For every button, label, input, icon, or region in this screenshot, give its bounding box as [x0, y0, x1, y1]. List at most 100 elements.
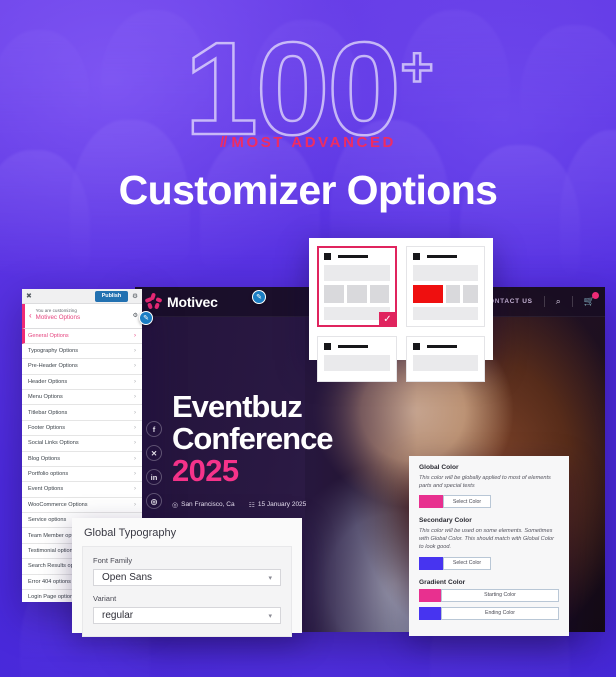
- customizer-item-footer-options[interactable]: Footer Options ›: [22, 420, 142, 437]
- customizer-item-label: Pre-Header Options: [28, 363, 78, 370]
- thumb-nav-bar-2: [426, 255, 457, 258]
- chevron-right-icon: ›: [134, 501, 136, 508]
- gradient-end-row[interactable]: Ending Color: [419, 606, 559, 620]
- location-pin-icon: ◎: [172, 501, 179, 509]
- global-typography-dialog: Global Typography Font Family Open Sans …: [72, 518, 302, 637]
- back-chevron-icon[interactable]: ‹: [29, 311, 32, 320]
- customizer-item-label: Error 404 options: [28, 578, 71, 585]
- customizer-item-header-options[interactable]: Header Options ›: [22, 374, 142, 391]
- chevron-down-icon-2: ▾: [268, 612, 272, 620]
- chevron-down-icon: ▾: [268, 574, 272, 582]
- variant-select[interactable]: regular ▾: [93, 607, 281, 624]
- layout-option-2[interactable]: [405, 246, 485, 327]
- secondary-color-row[interactable]: Select Color: [419, 556, 491, 570]
- calendar-icon: ☷: [248, 501, 255, 509]
- customizer-item-label: Header Options: [28, 378, 68, 385]
- hero-plus-sign: +: [400, 34, 435, 100]
- customizer-title-row: ‹ You are customizing Motivec Options ⚙: [22, 304, 142, 329]
- global-color-swatch[interactable]: [419, 495, 443, 509]
- site-logo[interactable]: Motivec: [144, 292, 218, 310]
- promo-banner: 100+ //MOST ADVANCED Customizer Options …: [0, 0, 616, 677]
- x-twitter-icon[interactable]: ✕: [146, 445, 162, 461]
- chevron-right-icon: ›: [134, 378, 136, 385]
- secondary-color-title: Secondary Color: [419, 517, 472, 525]
- chevron-right-icon: ›: [134, 363, 136, 370]
- headline-line-1: Eventbuz: [172, 389, 303, 424]
- motivec-logo-icon: [144, 292, 163, 310]
- chevron-right-icon: ›: [134, 455, 136, 462]
- thumb-nav-bar-3: [338, 345, 368, 348]
- event-date-text: 15 January 2025: [257, 501, 307, 509]
- hero-eyebrow-text: MOST ADVANCED: [231, 134, 396, 151]
- thumb-logo-icon-4: [412, 343, 420, 350]
- event-location: ◎ San Francisco, Ca: [172, 501, 235, 509]
- layout-option-1[interactable]: ✓: [317, 246, 397, 327]
- customizing-site-name: Motivec Options: [35, 314, 81, 322]
- thumb-columns: [324, 285, 390, 303]
- customizer-item-menu-options[interactable]: Menu Options ›: [22, 390, 142, 406]
- thumb-logo-icon-3: [324, 343, 331, 350]
- variant-value: regular: [102, 610, 134, 621]
- customizer-item-pre-header-options[interactable]: Pre-Header Options ›: [22, 359, 142, 375]
- chevron-right-icon: ›: [134, 394, 136, 401]
- selected-check-icon: ✓: [378, 312, 397, 327]
- hero-eyebrow-slashes: //: [220, 134, 227, 151]
- layout-option-4[interactable]: [405, 336, 485, 382]
- close-icon[interactable]: ✖: [26, 292, 32, 300]
- thumb-hero-2: [412, 265, 478, 281]
- customizer-item-social-links-options[interactable]: Social Links Options ›: [22, 436, 142, 452]
- headline-year: 2025: [172, 452, 239, 488]
- gradient-ending-color-button[interactable]: Ending Color: [441, 606, 559, 620]
- publish-button[interactable]: Publish: [94, 290, 129, 302]
- gear-icon[interactable]: ⚙: [132, 292, 138, 300]
- thumb-hero-4: [412, 355, 478, 371]
- thumb-footer-2: [412, 307, 478, 320]
- gradient-start-swatch[interactable]: [419, 588, 441, 602]
- hero-eyebrow: //MOST ADVANCED: [185, 134, 432, 151]
- cart-icon[interactable]: 🛒: [584, 292, 599, 307]
- linkedin-icon[interactable]: in: [146, 469, 162, 485]
- global-select-color-button[interactable]: Select Color: [443, 495, 491, 509]
- site-logo-text: Motivec: [167, 293, 218, 310]
- layout-option-3[interactable]: [317, 336, 397, 382]
- customizer-item-event-options[interactable]: Event Options ›: [22, 482, 142, 498]
- global-color-description: This color will be globally applied to m…: [419, 475, 551, 490]
- gradient-color-title: Gradient Color: [419, 578, 466, 586]
- customizer-item-label: WooCommerce Options: [28, 501, 88, 508]
- secondary-color-swatch[interactable]: [419, 556, 443, 570]
- customizer-item-label: Titlebar Options: [28, 409, 68, 416]
- chevron-right-icon: ›: [134, 424, 136, 431]
- customizer-topbar: ✖ Publish ⚙: [22, 289, 142, 304]
- secondary-color-description: This color will be used on some elements…: [419, 528, 555, 551]
- global-color-title: Global Color: [419, 464, 459, 471]
- secondary-select-color-button[interactable]: Select Color: [443, 556, 491, 570]
- customizer-item-label: Typography Options: [28, 348, 79, 355]
- customizer-item-label: Testimonial options: [28, 547, 76, 554]
- customizer-item-label: Portfolio options: [28, 471, 69, 478]
- gradient-starting-color-button[interactable]: Starting Color: [441, 588, 559, 602]
- font-family-value: Open Sans: [102, 572, 153, 583]
- social-links-column: f ✕ in ◎: [146, 421, 162, 509]
- global-color-row[interactable]: Select Color: [419, 495, 491, 509]
- font-family-select[interactable]: Open Sans ▾: [93, 569, 281, 586]
- customizer-item-titlebar-options[interactable]: Titlebar Options ›: [22, 405, 142, 421]
- event-location-text: San Francisco, Ca: [181, 501, 235, 509]
- customizer-item-general-options[interactable]: General Options ›: [22, 328, 142, 344]
- facebook-icon[interactable]: f: [146, 421, 162, 437]
- edit-pencil-icon-logo[interactable]: ✎: [139, 311, 153, 325]
- customizer-item-typography-options[interactable]: Typography Options ›: [22, 343, 142, 360]
- instagram-icon[interactable]: ◎: [146, 493, 162, 509]
- settings-gear-icon[interactable]: ⚙: [133, 312, 138, 319]
- customizer-item-woocommerce-options[interactable]: WooCommerce Options ›: [22, 497, 142, 514]
- gradient-end-swatch[interactable]: [419, 606, 441, 620]
- chevron-right-icon: ›: [134, 440, 136, 447]
- edit-pencil-icon-nav[interactable]: ✎: [252, 290, 266, 304]
- customizer-item-label: Service options: [28, 517, 67, 524]
- customizer-item-portfolio-options[interactable]: Portfolio options ›: [22, 466, 142, 483]
- thumb-hero: [324, 265, 390, 281]
- gradient-start-row[interactable]: Starting Color: [419, 588, 559, 602]
- customizer-item-label: Social Links Options: [28, 440, 79, 447]
- customizer-item-blog-options[interactable]: Blog Options ›: [22, 451, 142, 467]
- search-icon[interactable]: ⌕: [556, 296, 561, 307]
- headline-line-2: Conference: [172, 420, 334, 456]
